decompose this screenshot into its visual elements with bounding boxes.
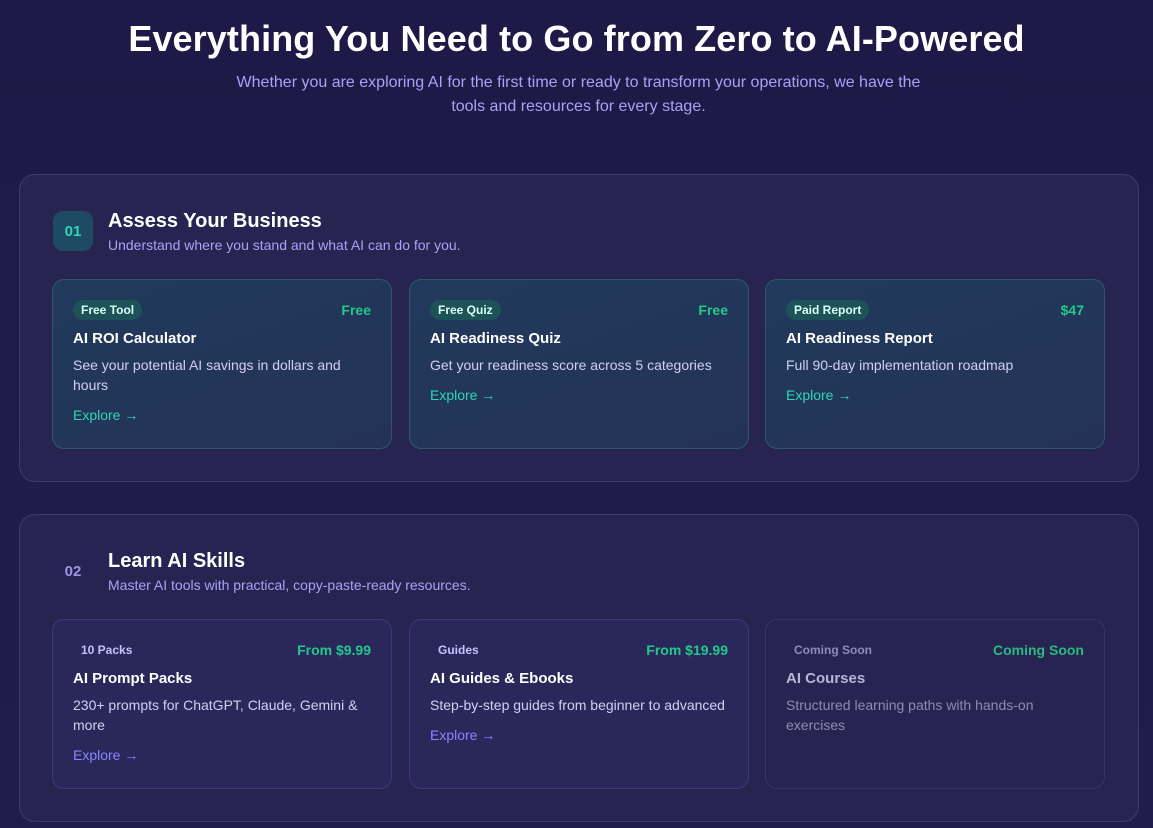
section-description: Understand where you stand and what AI c… [108,237,461,253]
explore-link[interactable]: Explore → [430,387,495,403]
card-price: Free [341,302,371,318]
card-description: Step-by-step guides from beginner to adv… [430,697,725,713]
page-title: Everything You Need to Go from Zero to A… [128,18,1025,59]
card-title: AI Courses [786,670,866,687]
card-tag: Free Tool [73,300,143,320]
section-title: Learn AI Skills [108,550,246,572]
explore-link[interactable]: Explore → [786,387,851,403]
card-price: Free [698,302,728,318]
card-tag: Guides [438,643,479,657]
card-title: AI Readiness Quiz [430,330,561,347]
card-description: Structured learning paths with hands-on … [786,697,1034,733]
card-price: From $19.99 [646,642,728,658]
card-description: 230+ prompts for ChatGPT, Claude, Gemini… [73,697,358,733]
card-tag: Paid Report [786,300,870,320]
card-tag: Coming Soon [794,643,872,657]
card-ai-roi-calculator[interactable]: Free Tool Free AI ROI Calculator See you… [52,279,392,449]
card-price: From $9.99 [297,642,371,658]
card-title: AI Guides & Ebooks [430,670,574,687]
card-description: See your potential AI savings in dollars… [73,357,341,393]
card-ai-readiness-quiz[interactable]: Free Quiz Free AI Readiness Quiz Get you… [409,279,749,449]
section-number-badge: 01 [53,211,93,251]
card-title: AI ROI Calculator [73,330,197,347]
page-subtitle: Whether you are exploring AI for the fir… [236,74,921,115]
card-ai-prompt-packs[interactable]: 10 Packs From $9.99 AI Prompt Packs 230+… [52,619,392,789]
explore-link[interactable]: Explore → [430,727,495,743]
section-learn-ai-skills: 02 Learn AI Skills Master AI tools with … [19,514,1139,822]
card-price: $47 [1060,302,1084,318]
section-number-badge: 02 [64,562,82,580]
card-ai-readiness-report[interactable]: Paid Report $47 AI Readiness Report Full… [765,279,1105,449]
card-ai-guides-ebooks[interactable]: Guides From $19.99 AI Guides & Ebooks St… [409,619,749,789]
card-price: Coming Soon [993,642,1084,658]
card-ai-courses: Coming Soon Coming Soon AI Courses Struc… [765,619,1105,789]
explore-link[interactable]: Explore → [73,407,138,423]
section-assess-your-business: 01 Assess Your Business Understand where… [19,174,1139,482]
card-tag: Free Quiz [430,300,501,320]
card-title: AI Prompt Packs [73,670,193,687]
card-title: AI Readiness Report [786,330,933,347]
card-description: Get your readiness score across 5 catego… [430,357,712,373]
card-description: Full 90-day implementation roadmap [786,357,1014,373]
card-tag: 10 Packs [81,643,133,657]
explore-link[interactable]: Explore → [73,747,138,763]
section-description: Master AI tools with practical, copy-pas… [108,577,471,593]
section-title: Assess Your Business [108,210,322,232]
